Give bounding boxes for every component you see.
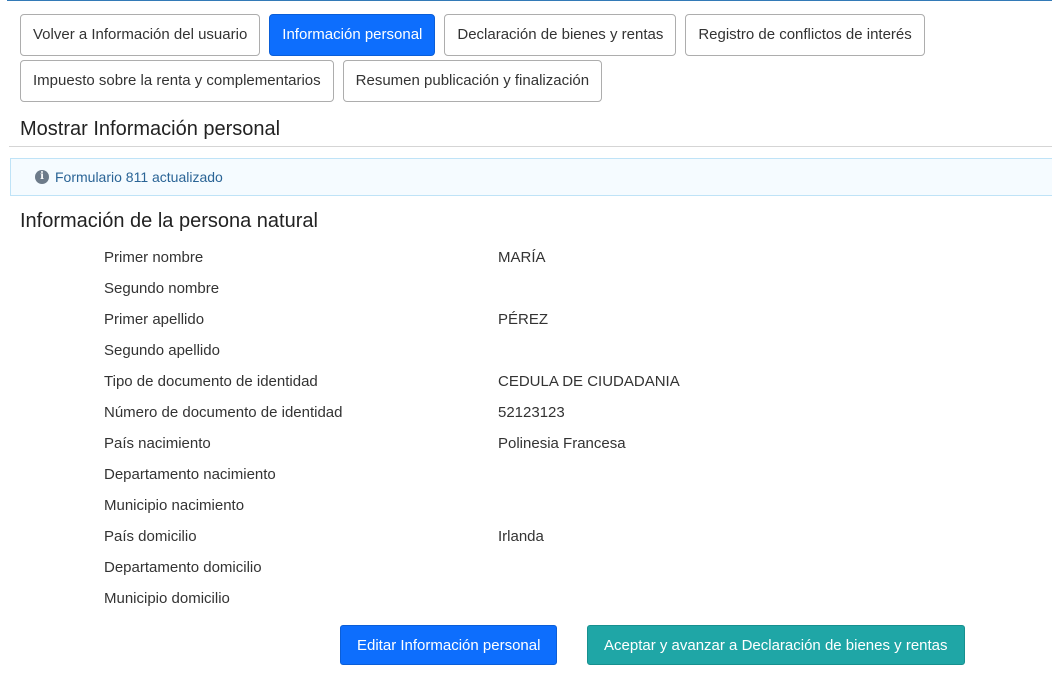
field-label: País nacimiento	[104, 435, 211, 452]
tab-bar-row-2: Impuesto sobre la renta y complementario…	[20, 60, 603, 102]
field-row: País domicilio Irlanda	[0, 525, 900, 555]
field-row: Segundo apellido	[0, 339, 900, 369]
field-row: Primer nombre MARÍA	[0, 246, 900, 276]
tab-bar-row-1: Volver a Información del usuario Informa…	[20, 14, 925, 56]
field-label: País domicilio	[104, 528, 197, 545]
field-row: Tipo de documento de identidad CEDULA DE…	[0, 370, 900, 400]
tab-income-tax[interactable]: Impuesto sobre la renta y complementario…	[20, 60, 334, 102]
field-row: Departamento nacimiento	[0, 463, 900, 493]
tab-summary-publication[interactable]: Resumen publicación y finalización	[342, 60, 603, 102]
field-label: Municipio domicilio	[104, 590, 230, 607]
field-row: País nacimiento Polinesia Francesa	[0, 432, 900, 462]
field-row: Municipio nacimiento	[0, 494, 900, 524]
field-value: PÉREZ	[498, 311, 549, 328]
field-label: Segundo apellido	[104, 342, 220, 359]
field-label: Número de documento de identidad	[104, 404, 343, 421]
field-row: Municipio domicilio	[0, 587, 900, 617]
field-label: Primer nombre	[104, 249, 204, 266]
info-alert: i Formulario 811 actualizado	[10, 158, 1052, 196]
field-row: Número de documento de identidad 5212312…	[0, 401, 900, 431]
tab-back-to-user-info[interactable]: Volver a Información del usuario	[20, 14, 261, 56]
field-value: Irlanda	[498, 528, 544, 545]
tab-assets-income[interactable]: Declaración de bienes y rentas	[444, 14, 677, 56]
section-divider	[9, 146, 1052, 147]
field-label: Municipio nacimiento	[104, 497, 245, 514]
field-value: CEDULA DE CIUDADANIA	[498, 373, 680, 390]
field-value: 52123123	[498, 404, 565, 421]
page: Volver a Información del usuario Informa…	[0, 0, 1052, 674]
field-row: Segundo nombre	[0, 277, 900, 307]
field-label: Segundo nombre	[104, 280, 220, 297]
tab-personal-info[interactable]: Información personal	[269, 14, 436, 56]
field-value: MARÍA	[498, 249, 546, 266]
info-icon: i	[35, 170, 49, 184]
field-label: Departamento nacimiento	[104, 466, 276, 483]
section-title: Mostrar Información personal	[20, 118, 281, 140]
accept-and-continue-button[interactable]: Aceptar y avanzar a Declaración de biene…	[587, 625, 965, 665]
field-label: Primer apellido	[104, 311, 205, 328]
edit-personal-info-button[interactable]: Editar Información personal	[340, 625, 558, 665]
field-label: Tipo de documento de identidad	[104, 373, 318, 390]
field-label: Departamento domicilio	[104, 559, 262, 576]
field-row: Primer apellido PÉREZ	[0, 308, 900, 338]
field-value: Polinesia Francesa	[498, 435, 626, 452]
field-row: Departamento domicilio	[0, 556, 900, 586]
subsection-title: Información de la persona natural	[20, 210, 318, 232]
tab-conflicts-of-interest[interactable]: Registro de conflictos de interés	[685, 14, 925, 56]
alert-text: Formulario 811 actualizado	[55, 169, 223, 185]
top-divider	[7, 0, 1052, 7]
